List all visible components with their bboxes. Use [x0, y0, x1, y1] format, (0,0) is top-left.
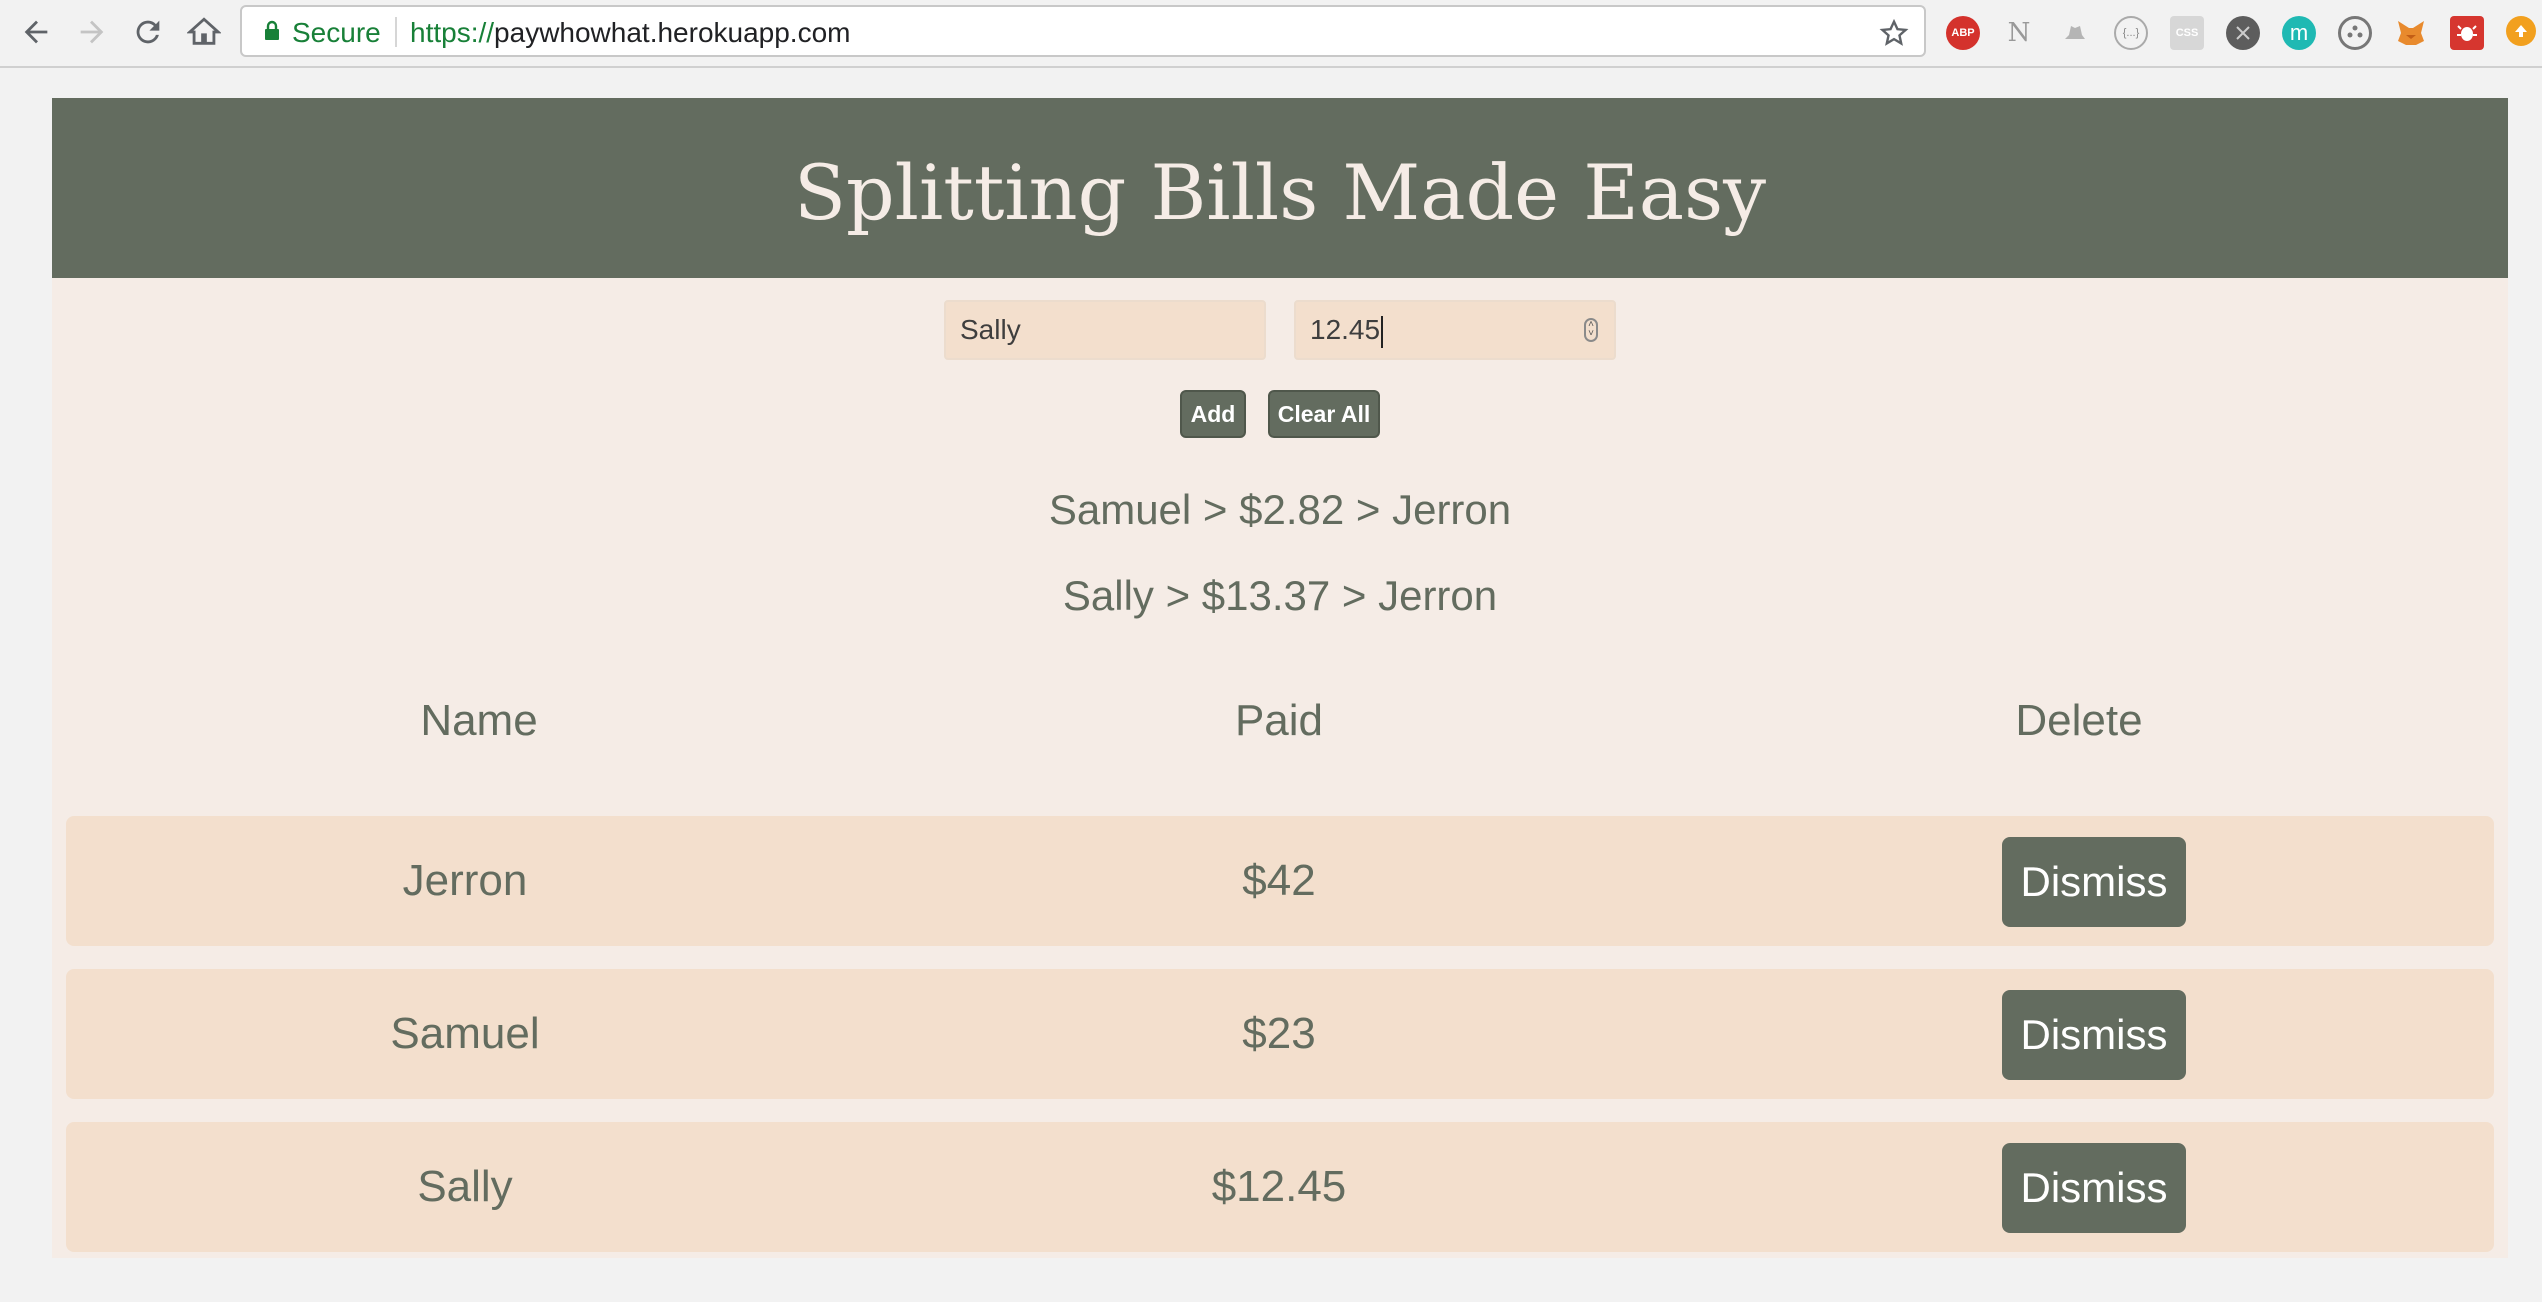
settlement-line: Sally > $13.37 > Jerron	[1062, 572, 1498, 619]
upload-icon[interactable]	[2506, 16, 2536, 46]
column-header-paid: Paid	[1234, 696, 1324, 745]
arrow-right-icon	[80, 20, 104, 44]
clear-all-button[interactable]: Clear All	[1268, 390, 1380, 438]
arrow-left-icon	[24, 20, 48, 44]
row-paid: $12.45	[1211, 1162, 1347, 1211]
hat-shape	[2065, 26, 2085, 39]
film-reel-icon[interactable]	[2338, 16, 2372, 50]
url-host: paywhowhat.herokuapp.com	[494, 17, 851, 48]
app-header: Splitting Bills Made Easy	[52, 98, 2508, 278]
name-input-value: Sally	[960, 314, 1021, 345]
address-divider	[395, 17, 397, 47]
home-icon	[187, 17, 221, 45]
column-header-name: Name	[420, 696, 538, 745]
fox-shape	[2398, 21, 2424, 45]
dismiss-button[interactable]: Dismiss	[2002, 990, 2186, 1080]
adblock-label: ABP	[1951, 27, 1975, 39]
bug-shape	[2457, 25, 2477, 41]
row-name: Sally	[417, 1162, 513, 1211]
m-label: m	[2289, 20, 2309, 45]
brackets-icon[interactable]: {...}	[2114, 16, 2148, 50]
row-paid: $42	[1242, 856, 1316, 905]
x-mark	[2236, 26, 2250, 40]
table-row: Sally $12.45 Dismiss	[66, 1122, 2494, 1252]
browser-toolbar: Secure https://paywhowhat.herokuapp.com …	[0, 0, 2542, 68]
secure-label: Secure	[292, 17, 381, 48]
url-scheme: https://	[410, 17, 495, 48]
css-label: CSS	[2175, 27, 2199, 39]
css-icon[interactable]: CSS	[2170, 16, 2204, 50]
settlement-line: Samuel > $2.82 > Jerron	[1048, 486, 1512, 533]
table-row: Jerron $42 Dismiss	[66, 816, 2494, 946]
home-button[interactable]	[182, 10, 226, 54]
reel-holes	[2347, 25, 2363, 38]
row-name: Samuel	[390, 1009, 540, 1058]
arrow-up-shape	[2515, 25, 2527, 37]
back-button[interactable]	[14, 10, 58, 54]
address-bar[interactable]: Secure https://paywhowhat.herokuapp.com	[240, 5, 1926, 57]
lock-icon	[265, 20, 279, 40]
dismiss-button[interactable]: Dismiss	[2002, 1143, 2186, 1233]
m-extension-icon[interactable]: m	[2282, 16, 2316, 50]
page-title: Splitting Bills Made Easy	[793, 147, 1767, 237]
reload-button[interactable]	[126, 10, 170, 54]
bookmark-star-icon[interactable]	[1878, 17, 1910, 49]
number-spinner-icon[interactable]: ˄ ˅	[1584, 318, 1598, 342]
metamask-icon[interactable]	[2394, 16, 2428, 50]
dark-extension-icon[interactable]	[2226, 16, 2260, 50]
url-text[interactable]: https://paywhowhat.herokuapp.com	[410, 18, 851, 48]
add-button[interactable]: Add	[1180, 390, 1246, 438]
notion-label: N	[2007, 18, 2031, 48]
table-row: Samuel $23 Dismiss	[66, 969, 2494, 1099]
bug-icon[interactable]	[2450, 16, 2484, 50]
brackets-label: {...}	[2122, 27, 2140, 39]
reload-icon	[136, 20, 160, 44]
notion-icon[interactable]: N	[2002, 16, 2036, 50]
dismiss-button[interactable]: Dismiss	[2002, 837, 2186, 927]
adblock-plus-icon[interactable]: ABP	[1946, 16, 1980, 50]
column-header-delete: Delete	[2015, 696, 2143, 745]
forward-button[interactable]	[70, 10, 114, 54]
row-paid: $23	[1242, 1009, 1316, 1058]
row-name: Jerron	[402, 856, 528, 905]
amount-input[interactable]: 12.45 ˄ ˅	[1294, 300, 1616, 360]
amount-input-value: 12.45	[1310, 314, 1381, 345]
name-input[interactable]: Sally	[944, 300, 1266, 360]
text-caret	[1381, 315, 1384, 348]
app-container: Splitting Bills Made Easy Sally 12.45 ˄ ˅…	[52, 98, 2508, 1258]
hat-icon[interactable]	[2058, 16, 2092, 50]
